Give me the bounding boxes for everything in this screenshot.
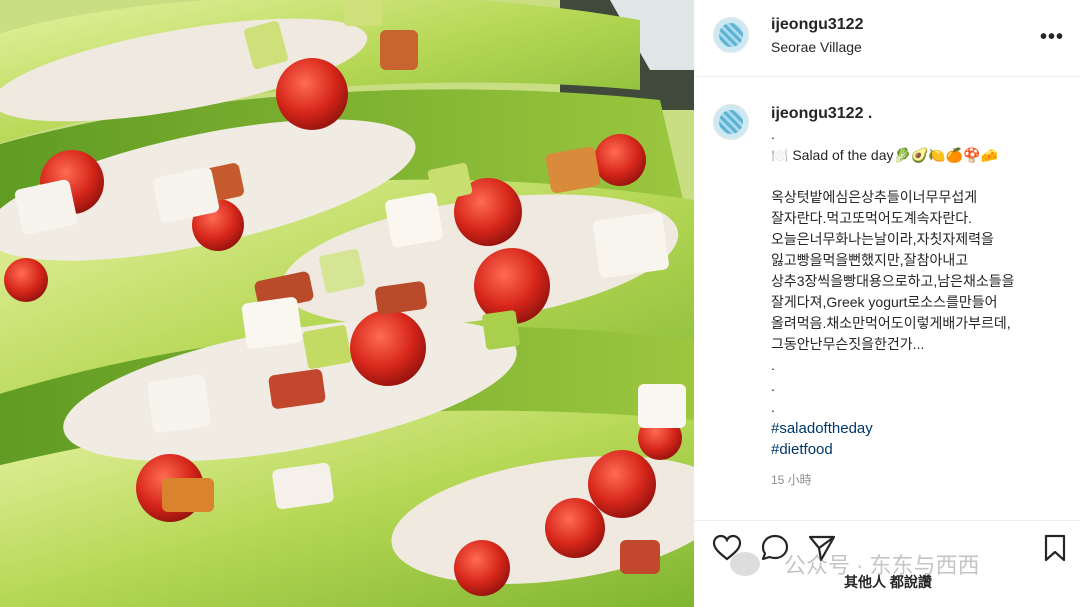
post-photo[interactable] [0, 0, 694, 607]
likes-summary[interactable]: 其他人 都說讚 [844, 572, 932, 592]
caption-line: . [771, 126, 775, 142]
hashtag-link[interactable]: #saladoftheday [771, 418, 1061, 439]
caption-username[interactable]: ijeongu3122 . [771, 104, 1061, 124]
caption-line: 잘자란다.먹고또먹어도계속자란다. [771, 210, 972, 226]
caption-avatar[interactable] [713, 104, 749, 140]
caption-line: . [771, 378, 775, 394]
wechat-icon [730, 552, 760, 576]
hashtag-link[interactable]: #dietfood [771, 439, 1061, 460]
caption-line: 상추3장씩을빵대용으로하고,남은채소들을 [771, 273, 1015, 289]
caption-line: 잃고빵을먹을뻔했지만,잘참아내고 [771, 252, 969, 268]
post-header: ijeongu3122 Seorae Village ••• [694, 0, 1080, 77]
post-location[interactable]: Seorae Village [771, 39, 862, 55]
caption-line: 오늘은너무화나는날이라,자칫자제력을 [771, 231, 994, 247]
avatar[interactable] [713, 17, 749, 53]
caption-line: 올려먹음.채소만먹어도이렇게배가부르데, [771, 315, 1011, 331]
bookmark-icon[interactable] [1040, 533, 1070, 563]
caption-line: . [771, 357, 775, 373]
post-time[interactable]: 15 小時 [771, 470, 1061, 491]
caption-line: . [771, 399, 775, 415]
more-horizontal-icon[interactable]: ••• [1040, 26, 1064, 49]
caption-line: 🍽️ Salad of the day🥬🥑🍋🍊🍄🧀 [771, 147, 999, 163]
post-username[interactable]: ijeongu3122 [771, 16, 863, 34]
caption-line: 잘게다져,Greek yogurt로소스를만들어 [771, 294, 998, 310]
salad-photo [0, 0, 694, 607]
caption-line: 그동안난무슨짓을한건가... [771, 336, 925, 352]
post-side-panel: ijeongu3122 Seorae Village ••• ijeongu31… [694, 0, 1080, 607]
caption-line [771, 166, 1061, 187]
caption-line: 옥상텃밭에심은상추들이너무무섭게 [771, 189, 978, 205]
